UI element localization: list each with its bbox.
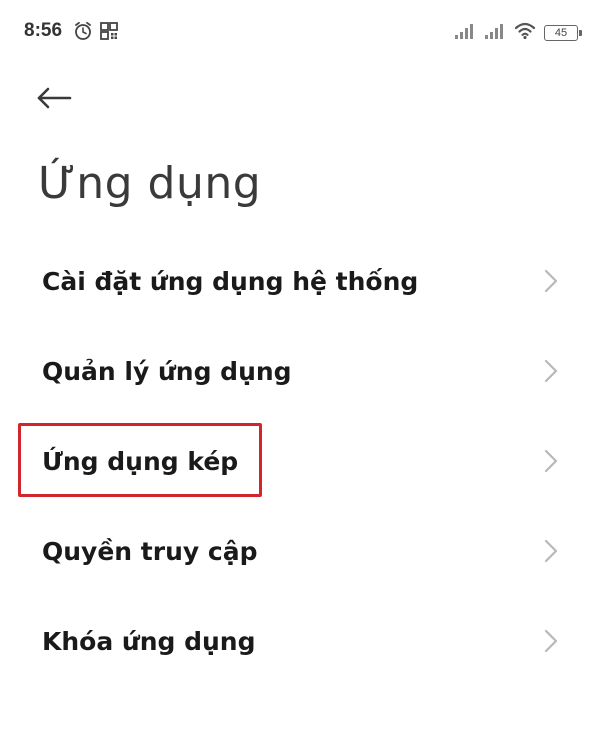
status-right-icons: 45 bbox=[454, 22, 582, 44]
back-button[interactable] bbox=[36, 80, 84, 120]
qr-icon bbox=[99, 21, 119, 45]
menu-item-dual-apps[interactable]: Ứng dụng kép bbox=[0, 416, 600, 506]
menu-item-app-lock[interactable]: Khóa ứng dụng bbox=[0, 596, 600, 686]
battery-icon: 45 bbox=[544, 25, 582, 41]
menu-item-label: Khóa ứng dụng bbox=[42, 626, 256, 656]
chevron-right-icon bbox=[544, 269, 558, 293]
chevron-right-icon bbox=[544, 359, 558, 383]
menu-item-label: Quản lý ứng dụng bbox=[42, 356, 292, 386]
status-left-icons bbox=[73, 21, 119, 45]
menu-list: Cài đặt ứng dụng hệ thống Quản lý ứng dụ… bbox=[0, 236, 600, 686]
menu-item-label: Quyền truy cập bbox=[42, 536, 258, 566]
status-bar: 8:56 45 bbox=[0, 0, 600, 64]
menu-item-permissions[interactable]: Quyền truy cập bbox=[0, 506, 600, 596]
wifi-icon bbox=[514, 22, 536, 44]
chevron-right-icon bbox=[544, 629, 558, 653]
signal-icon bbox=[484, 23, 506, 43]
menu-item-label: Cài đặt ứng dụng hệ thống bbox=[42, 266, 419, 296]
menu-item-manage-apps[interactable]: Quản lý ứng dụng bbox=[0, 326, 600, 416]
page-title: Ứng dụng bbox=[38, 158, 262, 209]
menu-item-label: Ứng dụng kép bbox=[42, 446, 239, 476]
chevron-right-icon bbox=[544, 449, 558, 473]
signal-icon bbox=[454, 23, 476, 43]
chevron-right-icon bbox=[544, 539, 558, 563]
arrow-left-icon bbox=[36, 87, 72, 113]
status-time: 8:56 bbox=[24, 20, 63, 41]
alarm-icon bbox=[73, 21, 93, 45]
menu-item-system-app-settings[interactable]: Cài đặt ứng dụng hệ thống bbox=[0, 236, 600, 326]
